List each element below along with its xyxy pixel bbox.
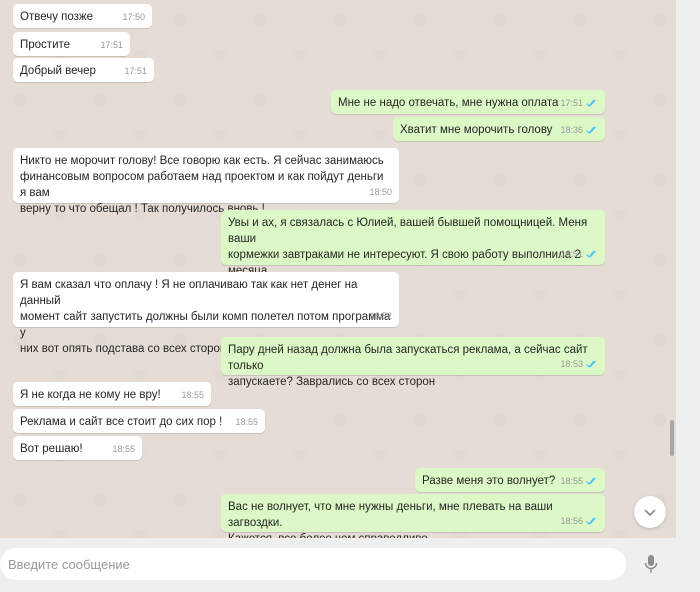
window-edge (676, 0, 700, 592)
message-text: Я не когда не кому не вру! (20, 389, 161, 401)
incoming-message[interactable]: Я вам сказал что оплачу ! Я не оплачиваю… (13, 272, 399, 355)
outgoing-message[interactable]: Вас не волнует, что мне нужны деньги, мн… (221, 494, 605, 545)
message-meta: 17:50 (122, 9, 145, 25)
message-time: 18:36 (560, 125, 583, 135)
message-meta: 18:53 (560, 356, 598, 372)
message-time: 18:55 (235, 417, 258, 427)
incoming-message[interactable]: Вот решаю! 18:55 (13, 436, 142, 460)
message-time: 18:50 (369, 187, 392, 197)
message-time: 18:52 (369, 311, 392, 321)
message-meta: 18:36 (560, 122, 598, 138)
message-text: Реклама и сайт все стоит до сих пор ! (20, 416, 223, 428)
message-text: Мне не надо отвечать, мне нужна оплата (338, 97, 559, 109)
outgoing-message[interactable]: Хватит мне морочить голову 18:36 (393, 117, 605, 141)
message-time: 18:55 (181, 390, 204, 400)
microphone-icon (644, 555, 658, 573)
incoming-message[interactable]: Никто не морочит голову! Все говорю как … (13, 148, 399, 215)
message-meta: 18:56 (560, 513, 598, 529)
message-text: Никто не морочит голову! Все говорю как … (20, 155, 384, 215)
message-meta: 17:51 (100, 37, 123, 53)
double-check-icon (586, 126, 596, 134)
double-check-icon (586, 250, 596, 258)
message-time: 18:56 (560, 516, 583, 526)
microphone-button[interactable] (640, 552, 662, 576)
incoming-message[interactable]: Простите 17:51 (13, 32, 130, 56)
message-meta: 18:55 (181, 387, 204, 403)
message-time: 18:55 (560, 476, 583, 486)
message-time: 18:55 (112, 444, 135, 454)
incoming-message[interactable]: Добрый вечер 17:51 (13, 58, 154, 82)
message-meta: 18:52 (369, 308, 392, 324)
message-meta: 17:51 (560, 95, 598, 111)
message-meta: 18:55 (560, 473, 598, 489)
message-time: 17:51 (100, 40, 123, 50)
outgoing-message[interactable]: Пару дней назад должна была запускаться … (221, 337, 605, 388)
message-meta: 18:50 (369, 184, 392, 200)
message-time: 17:51 (124, 66, 147, 76)
message-meta: 18:51 (560, 246, 598, 262)
scrollbar-thumb[interactable] (670, 420, 674, 456)
incoming-message[interactable]: Я не когда не кому не вру! 18:55 (13, 382, 211, 406)
message-time: 17:50 (122, 12, 145, 22)
message-time: 18:51 (560, 249, 583, 259)
incoming-message[interactable]: Реклама и сайт все стоит до сих пор ! 18:… (13, 409, 265, 433)
outgoing-message[interactable]: Разве меня это волнует? 18:55 (415, 468, 605, 492)
double-check-icon (586, 477, 596, 485)
double-check-icon (586, 517, 596, 525)
message-text: Пару дней назад должна была запускаться … (228, 344, 588, 388)
scrollbar-track[interactable] (668, 0, 676, 538)
message-input[interactable] (0, 548, 626, 580)
scroll-to-bottom-button[interactable] (634, 496, 666, 528)
outgoing-message[interactable]: Увы и ах, я связалась с Юлией, вашей быв… (221, 210, 605, 293)
chat-pane: Отвечу позже 17:50 Простите 17:51 Добрый веч… (0, 0, 668, 545)
incoming-message[interactable]: Отвечу позже 17:50 (13, 4, 152, 28)
outgoing-message[interactable]: Мне не надо отвечать, мне нужна оплата 17… (331, 90, 605, 114)
message-time: 18:53 (560, 359, 583, 369)
message-meta: 18:55 (235, 414, 258, 430)
double-check-icon (586, 99, 596, 107)
chevron-down-icon (644, 509, 656, 517)
message-meta: 18:55 (112, 441, 135, 457)
composer-bar (0, 538, 676, 592)
message-time: 17:51 (560, 98, 583, 108)
double-check-icon (586, 360, 596, 368)
message-meta: 17:51 (124, 63, 147, 79)
